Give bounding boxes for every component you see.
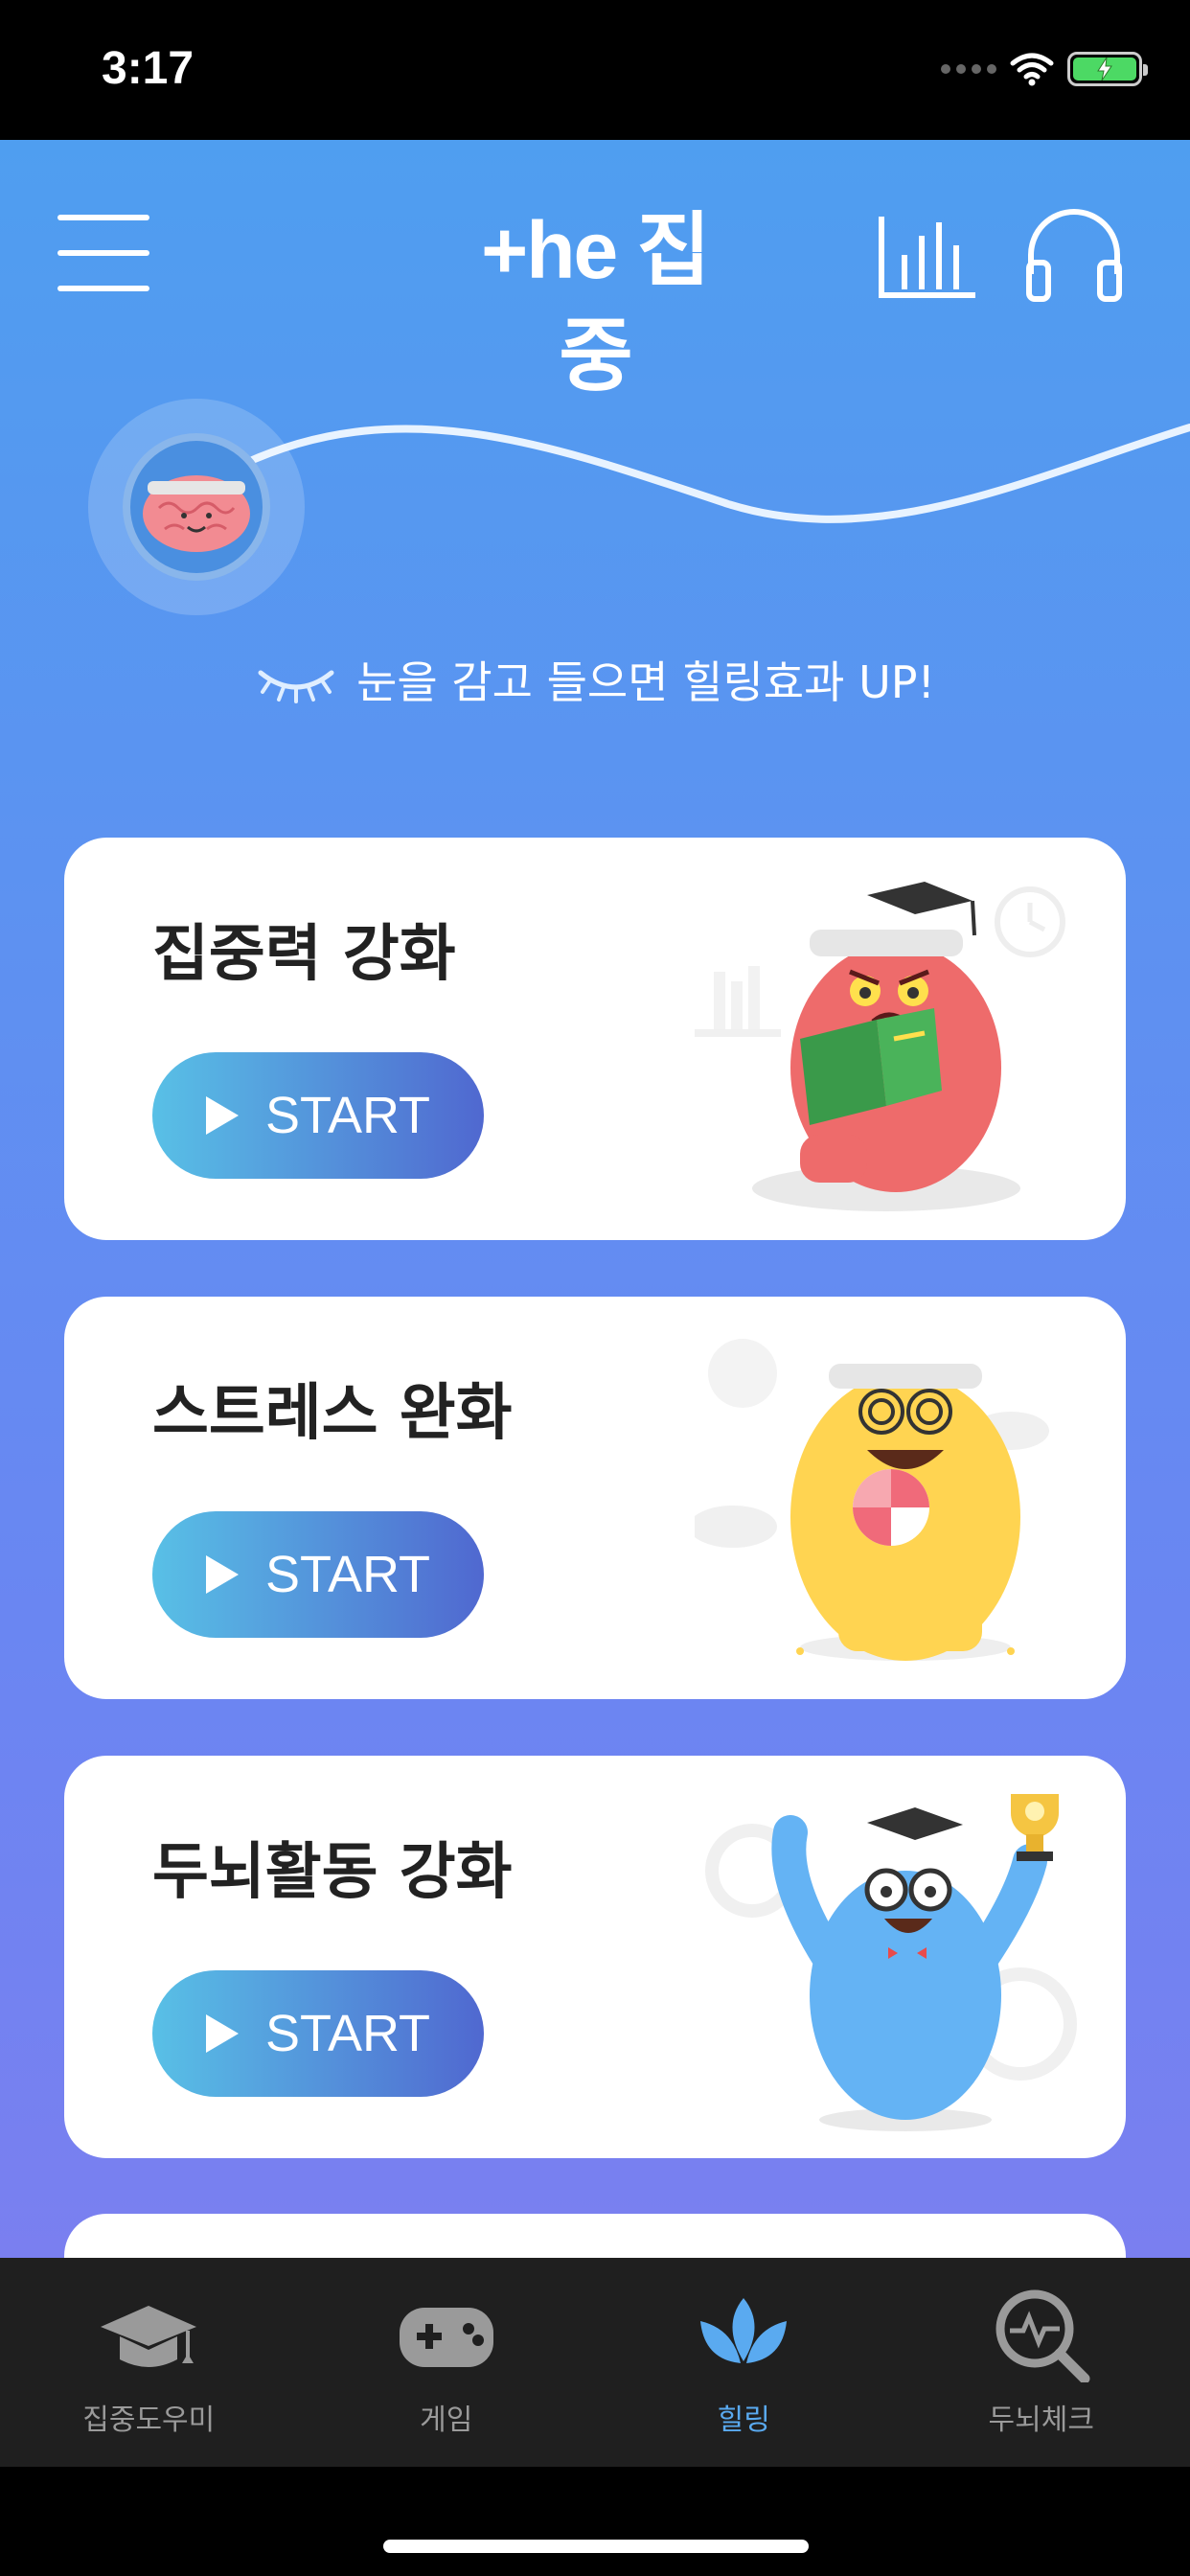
bar-chart-icon[interactable] (876, 207, 981, 303)
tab-label: 게임 (420, 2404, 473, 2437)
bottom-tab-bar: 집중도우미 게임 힐링 두뇌체크 (0, 2258, 1190, 2467)
yellow-monster-icon (695, 1339, 1049, 1661)
home-indicator[interactable] (383, 2540, 809, 2553)
brain-character-icon (143, 475, 250, 552)
graduation-cap-icon (101, 2306, 197, 2367)
play-icon (205, 1096, 239, 1135)
start-label: START (264, 1546, 431, 1603)
tab-label: 집중도우미 (82, 2404, 216, 2437)
status-time: 3:17 (102, 43, 195, 94)
card-title: 두뇌활동 강화 (152, 1837, 513, 1908)
gamepad-icon (399, 2308, 493, 2367)
lotus-icon (700, 2298, 788, 2363)
play-icon (205, 2014, 239, 2053)
hint-text: 눈을 감고 들으면 힐링효과 UP! (356, 656, 935, 708)
magnifier-pulse-icon (995, 2289, 1090, 2382)
tab-label: 두뇌체크 (988, 2404, 1094, 2437)
start-label: START (264, 2005, 431, 2062)
tab-healing[interactable]: 힐링 (595, 2258, 893, 2467)
battery-icon (1067, 52, 1148, 86)
card-title: 집중력 강화 (152, 919, 456, 990)
tab-label: 힐링 (717, 2404, 770, 2437)
healing-screen: +he 집중 눈을 감고 들으면 힐링효과 UP! 집중력 강화 START 스… (0, 140, 1190, 2258)
start-label: START (264, 1087, 431, 1144)
headphones-icon[interactable] (1021, 207, 1127, 303)
listening-hint: 눈을 감고 들으면 힐링효과 UP! (0, 648, 1190, 711)
tab-game[interactable]: 게임 (298, 2258, 596, 2467)
play-icon (205, 1555, 239, 1594)
start-button[interactable]: START (152, 1052, 484, 1179)
blue-monster-icon (705, 1794, 1077, 2131)
tab-brain-check[interactable]: 두뇌체크 (893, 2258, 1190, 2467)
cellular-signal-icon (941, 64, 996, 74)
hamburger-menu-icon[interactable] (57, 215, 149, 291)
card-title: 스트레스 완화 (152, 1378, 513, 1449)
closed-eye-icon (258, 670, 334, 703)
red-monster-icon (695, 882, 1065, 1211)
status-indicators (941, 52, 1148, 86)
app-logo: +he 집중 (481, 205, 711, 401)
card-focus[interactable]: 집중력 강화 START (64, 838, 1126, 1240)
home-bar (0, 2467, 1190, 2576)
card-brain[interactable]: 두뇌활동 강화 START (64, 1756, 1126, 2158)
card-partial[interactable] (64, 2214, 1126, 2258)
tab-focus-helper[interactable]: 집중도우미 (0, 2258, 298, 2467)
start-button[interactable]: START (152, 1970, 484, 2097)
wifi-icon (1010, 53, 1054, 86)
start-button[interactable]: START (152, 1511, 484, 1638)
brain-avatar[interactable] (88, 399, 305, 615)
status-bar: 3:17 (0, 0, 1190, 140)
card-stress[interactable]: 스트레스 완화 START (64, 1297, 1126, 1699)
